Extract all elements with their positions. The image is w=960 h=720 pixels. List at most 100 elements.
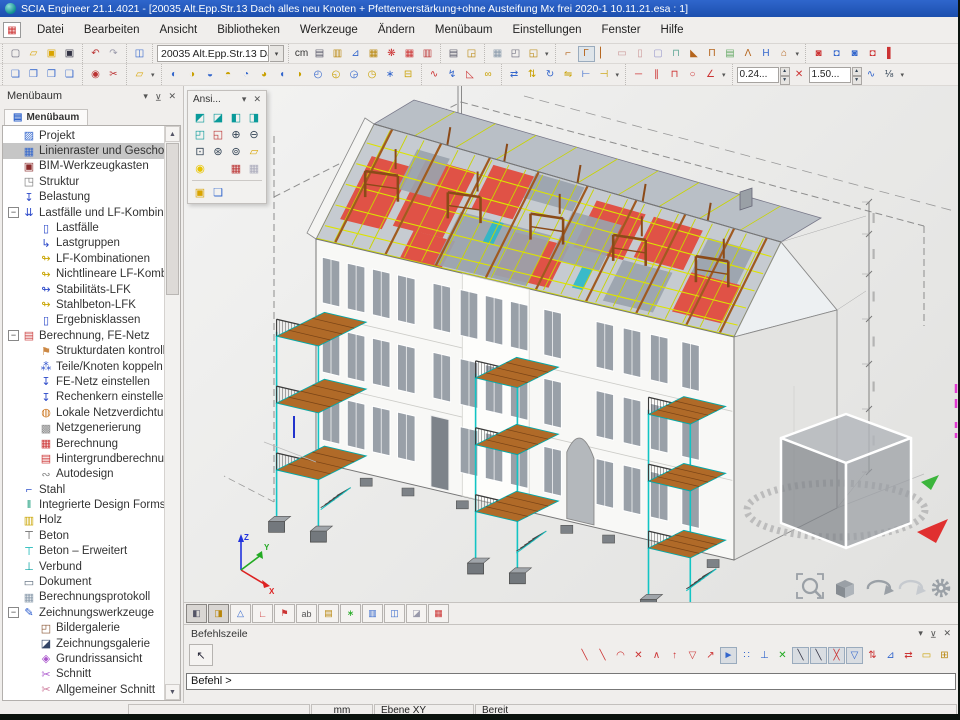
document-edit-icon[interactable]: ◱ xyxy=(525,46,542,62)
menu-item[interactable]: Datei xyxy=(27,20,74,40)
panel-menu-icon[interactable]: ▾ xyxy=(143,91,148,102)
arbitrary-member-icon[interactable]: Π xyxy=(704,46,721,62)
geometry-tool-14-icon[interactable]: ⊟ xyxy=(400,67,417,83)
tree-item[interactable]: − ▯ Lastfälle xyxy=(3,220,164,235)
window-new-icon[interactable]: ❒ xyxy=(43,67,60,83)
menutree-panel-header[interactable]: Menübaum ▾ ⊼ ✕ xyxy=(0,86,183,106)
tree-item[interactable]: − ⊤ Beton xyxy=(3,528,164,543)
tree-item[interactable]: − ⌐ Stahl xyxy=(3,482,164,497)
tree-item[interactable]: − ◰ Bildergalerie xyxy=(3,621,164,636)
circle-icon[interactable]: ○ xyxy=(684,67,701,83)
snap-line-icon[interactable]: ╲ xyxy=(576,647,593,664)
dropdown-caret-icon[interactable]: ▾ xyxy=(899,71,907,79)
zoom-all-icon[interactable]: ⊛ xyxy=(209,143,227,160)
clipboard-view-icon[interactable]: ▣ xyxy=(191,184,209,201)
render-image-disabled-icon[interactable]: ▦ xyxy=(245,160,263,177)
visibility-eye-icon[interactable]: ◉ xyxy=(87,67,104,83)
tree-item[interactable]: − ◍ Lokale Netzverdichtung xyxy=(3,405,164,420)
document-system-icon[interactable]: ▦ xyxy=(3,22,21,38)
scale-tool-icon[interactable]: ⅛ xyxy=(881,67,898,83)
member-connect-icon[interactable]: ◙ xyxy=(846,46,863,62)
undo-icon[interactable]: ↶ xyxy=(87,46,104,62)
tree-item[interactable]: − ▣ BIM-Werkzeugkasten xyxy=(3,159,164,174)
project-combobox[interactable]: 20035 Alt.Epp.Str.13 Dach xyxy=(157,45,269,62)
layout-2-icon[interactable]: ▥ xyxy=(419,46,436,62)
tree-item[interactable]: − ▥ Holz xyxy=(3,513,164,528)
copy-icon[interactable]: ⇅ xyxy=(524,67,541,83)
tree-item[interactable]: − ⊥ Verbund xyxy=(3,559,164,574)
snap-arc-icon[interactable]: ◠ xyxy=(612,647,629,664)
viewport-rotate-icon[interactable] xyxy=(868,581,894,595)
window-view-icon[interactable]: ❏ xyxy=(209,184,227,201)
geometry-tool-7-icon[interactable]: ◖ xyxy=(274,67,291,83)
calculator-icon[interactable]: ▦ xyxy=(489,46,506,62)
tree-item[interactable]: − ▦ Berechnungsprotokoll xyxy=(3,590,164,605)
parallel-icon[interactable]: ∥ xyxy=(648,67,665,83)
plumb-line-icon[interactable]: △ xyxy=(230,604,251,623)
line-icon[interactable]: ─ xyxy=(630,67,647,83)
dropdown-caret-icon[interactable]: ▾ xyxy=(614,71,622,79)
panel-pin-icon[interactable]: ⊼ xyxy=(155,91,162,102)
geometry-tool-4-icon[interactable]: ◓ xyxy=(220,67,237,83)
layout-icon[interactable]: ▦ xyxy=(401,46,418,62)
view-palette-header[interactable]: Ansi... ▾ ✕ xyxy=(188,91,266,107)
tree-item[interactable]: − ✂ Schnitt xyxy=(3,667,164,682)
snap-off-icon[interactable]: ✕ xyxy=(630,647,647,664)
menu-item[interactable]: Bibliotheken xyxy=(207,20,290,40)
snap-line-2-icon[interactable]: ╲ xyxy=(810,647,827,664)
view-axonometric-icon[interactable]: ◱ xyxy=(209,126,227,143)
tree-item[interactable]: − ↧ FE-Netz einstellen xyxy=(3,374,164,389)
redo-icon[interactable]: ↷ xyxy=(105,46,122,62)
workplane-icon[interactable]: ◺ xyxy=(462,67,479,83)
tree-item[interactable]: − ↳ Lastgruppen xyxy=(3,236,164,251)
catalog-block-icon[interactable]: ⌂ xyxy=(776,46,793,62)
tree-expander-icon[interactable]: − xyxy=(8,207,19,218)
tree-item[interactable]: − ▦ Berechnung xyxy=(3,436,164,451)
building-model-3d[interactable]: ZXY xyxy=(184,86,958,602)
geometry-tool-1-icon[interactable]: ◐ xyxy=(166,67,183,83)
view-front-icon[interactable]: ◩ xyxy=(191,109,209,126)
scrollbar-thumb[interactable] xyxy=(166,143,179,295)
geometry-tool-13-icon[interactable]: ∗ xyxy=(382,67,399,83)
view-window-icon[interactable]: ◫ xyxy=(384,604,405,623)
dimension-stepper[interactable]: ▲▼ xyxy=(780,67,790,83)
view-left-icon[interactable]: ◧ xyxy=(227,109,245,126)
wheel-icon[interactable]: ❋ xyxy=(383,46,400,62)
menu-item[interactable]: Einstellungen xyxy=(502,20,591,40)
scroll-up-icon[interactable]: ▲ xyxy=(165,126,180,142)
command-input[interactable] xyxy=(186,673,956,690)
tree-item[interactable]: − ▩ Netzgenerierung xyxy=(3,420,164,435)
snap-plane-icon[interactable]: ▽ xyxy=(846,647,863,664)
print-icon[interactable]: ▤ xyxy=(445,46,462,62)
truss-icon[interactable]: Λ xyxy=(740,46,757,62)
open-project-icon[interactable]: ▱ xyxy=(25,46,42,62)
snap-node-icon[interactable]: ╲ xyxy=(792,647,809,664)
snap-swap-icon[interactable]: ⇅ xyxy=(864,647,881,664)
menu-item[interactable]: Menübaum xyxy=(425,20,503,40)
angle-icon[interactable]: ∠ xyxy=(702,67,719,83)
layer-display-icon[interactable]: ▤ xyxy=(318,604,339,623)
tree-item[interactable]: − ▭ Dokument xyxy=(3,574,164,589)
dropdown-caret-icon[interactable]: ▾ xyxy=(720,71,728,79)
scroll-down-icon[interactable]: ▼ xyxy=(165,684,180,700)
geometry-tool-9-icon[interactable]: ◴ xyxy=(310,67,327,83)
viewport-cube-icon[interactable] xyxy=(836,580,854,598)
scale-value-input[interactable]: 1.50... xyxy=(809,67,851,83)
snap-ruler-icon[interactable]: ▭ xyxy=(918,647,935,664)
node-connect-icon[interactable]: ◙ xyxy=(810,46,827,62)
tree-item[interactable]: − ↬ LF-Kombinationen xyxy=(3,251,164,266)
tree-item[interactable]: − ↬ Stabilitäts-LFK xyxy=(3,282,164,297)
geometry-tool-10-icon[interactable]: ◵ xyxy=(328,67,345,83)
new-project-icon[interactable]: ▢ xyxy=(7,46,24,62)
save-all-icon[interactable]: ▣ xyxy=(43,46,60,62)
snap-cursor-icon[interactable]: ► xyxy=(720,647,737,664)
tree-item[interactable]: − ✎ Zeichnungswerkzeuge xyxy=(3,605,164,620)
tree-item[interactable]: − ⊤ Beton – Erweitert xyxy=(3,544,164,559)
column-icon[interactable]: ▏ xyxy=(596,46,613,62)
tree-item[interactable]: − ▤ Berechnung, FE-Netz xyxy=(3,328,164,343)
haunch-icon[interactable]: ◣ xyxy=(686,46,703,62)
zoom-window-icon[interactable]: ⊡ xyxy=(191,143,209,160)
snap-percent-icon[interactable]: ▽ xyxy=(684,647,701,664)
cut-out-icon[interactable]: ✂ xyxy=(105,67,122,83)
rotate-icon[interactable]: ↻ xyxy=(542,67,559,83)
